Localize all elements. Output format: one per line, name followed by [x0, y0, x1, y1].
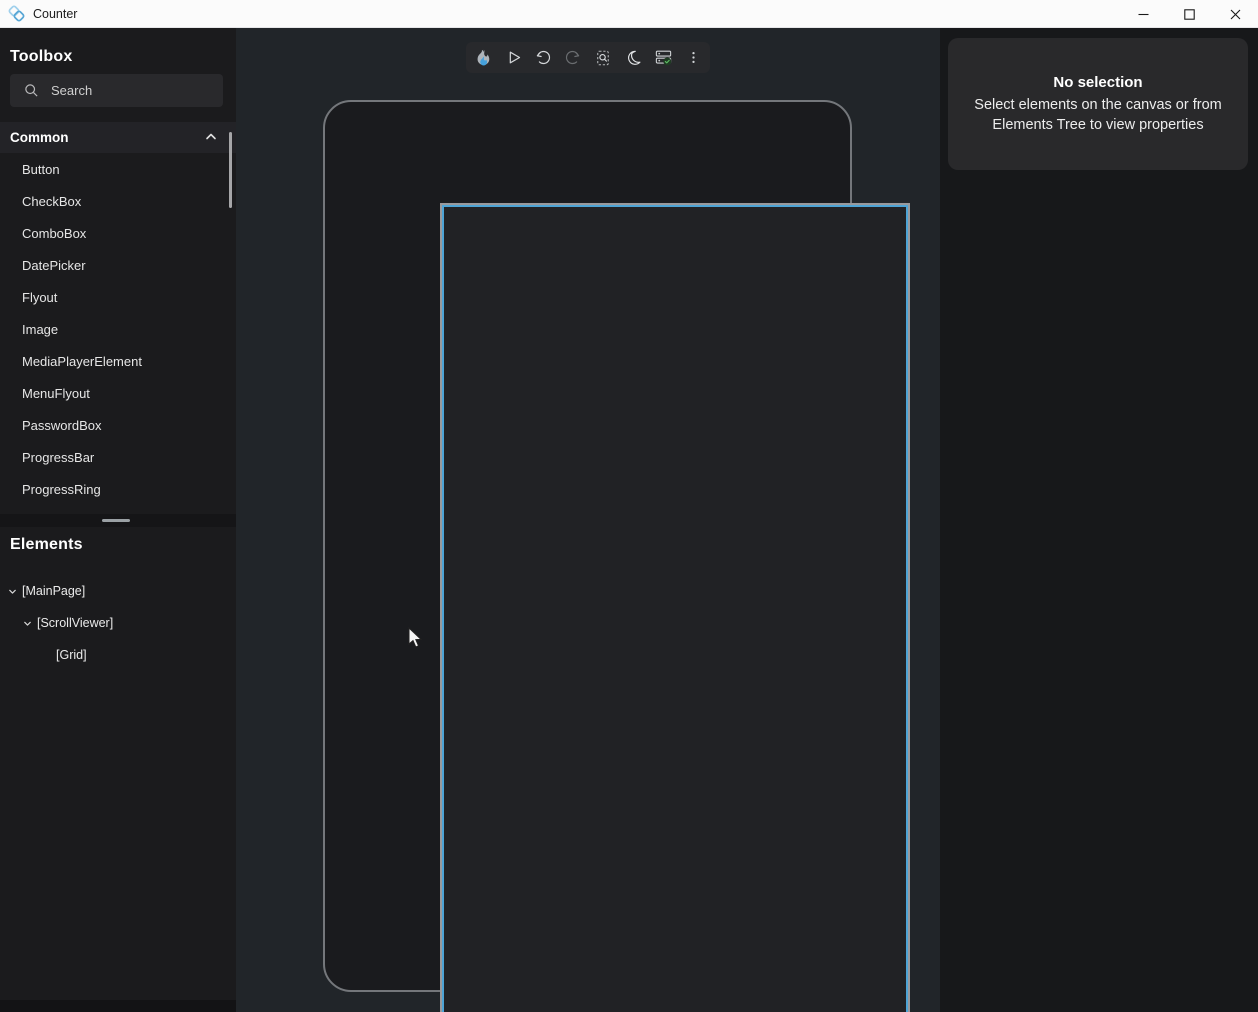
more-options-button[interactable]: [678, 42, 708, 73]
tree-item-grid[interactable]: [Grid]: [0, 639, 236, 671]
splitter-grip-handle: [102, 519, 130, 522]
search-icon: [24, 83, 39, 98]
window-controls: [1120, 0, 1258, 28]
toolbox-search[interactable]: [10, 74, 223, 107]
elements-tree: [MainPage] [ScrollViewer] [Grid]: [0, 575, 236, 671]
undo-icon: [534, 49, 552, 67]
section-label: Common: [10, 130, 69, 145]
chevron-up-icon: [204, 130, 218, 144]
device-screen[interactable]: [440, 203, 910, 1012]
no-selection-card: No selection Select elements on the canv…: [948, 38, 1248, 170]
minimize-button[interactable]: [1120, 0, 1166, 28]
search-input[interactable]: [51, 83, 211, 98]
list-check-icon: [654, 48, 673, 67]
tree-item-label: [MainPage]: [22, 584, 85, 598]
ellipsis-icon: [686, 49, 701, 66]
app-window: Counter Toolbox Common: [0, 0, 1258, 1012]
no-selection-title: No selection: [1053, 74, 1142, 91]
minimize-icon: [1138, 9, 1149, 20]
toolbox-item[interactable]: ProgressRing: [0, 474, 230, 506]
theme-toggle-button[interactable]: [618, 42, 648, 73]
tree-item-mainpage[interactable]: [MainPage]: [0, 575, 236, 607]
sidebar: Toolbox Common Button CheckBox ComboBox: [0, 28, 236, 1012]
chevron-down-icon: [7, 586, 18, 597]
toolbox-item[interactable]: ProgressBar: [0, 442, 230, 474]
toolbox-item[interactable]: MediaPlayerElement: [0, 346, 230, 378]
hot-reload-button[interactable]: [468, 42, 498, 73]
toolbox-item[interactable]: Button: [0, 154, 230, 186]
panel-splitter[interactable]: [0, 514, 236, 527]
maximize-button[interactable]: [1166, 0, 1212, 28]
window-title: Counter: [33, 7, 77, 21]
redo-button[interactable]: [558, 42, 588, 73]
toolbox-item[interactable]: ComboBox: [0, 218, 230, 250]
tree-item-label: [Grid]: [56, 648, 87, 662]
properties-panel: No selection Select elements on the canv…: [940, 28, 1258, 1012]
redo-icon: [564, 49, 582, 67]
mouse-cursor: [408, 627, 424, 649]
root-element-highlight: [442, 205, 908, 1012]
design-canvas[interactable]: [236, 28, 940, 1012]
toolbox-item[interactable]: DatePicker: [0, 250, 230, 282]
toolbox-item[interactable]: MenuFlyout: [0, 378, 230, 410]
close-button[interactable]: [1212, 0, 1258, 28]
undo-button[interactable]: [528, 42, 558, 73]
toolbox-section-common[interactable]: Common: [0, 122, 236, 153]
play-button[interactable]: [498, 42, 528, 73]
elements-title: Elements: [10, 536, 83, 554]
play-icon: [505, 49, 522, 66]
toolbox-title: Toolbox: [10, 48, 72, 66]
zoom-region-icon: [594, 49, 612, 67]
toolbox-item[interactable]: Image: [0, 314, 230, 346]
toolbox-item-list: Button CheckBox ComboBox DatePicker Flyo…: [0, 154, 230, 506]
runtime-checks-button[interactable]: [648, 42, 678, 73]
toolbox-item[interactable]: Flyout: [0, 282, 230, 314]
flame-icon: [474, 48, 493, 67]
titlebar: Counter: [0, 0, 1258, 28]
no-selection-message: Select elements on the canvas or from El…: [960, 95, 1236, 135]
maximize-icon: [1184, 9, 1195, 20]
moon-icon: [625, 49, 642, 66]
toolbox-scrollbar-thumb[interactable]: [229, 132, 232, 208]
tree-item-label: [ScrollViewer]: [37, 616, 113, 630]
device-frame: [323, 100, 852, 992]
chevron-down-icon: [22, 618, 33, 629]
app-logo-icon: [8, 5, 25, 22]
close-icon: [1230, 9, 1241, 20]
toolbox-item[interactable]: CheckBox: [0, 186, 230, 218]
toolbox-item[interactable]: PasswordBox: [0, 410, 230, 442]
tree-item-scrollviewer[interactable]: [ScrollViewer]: [0, 607, 236, 639]
canvas-toolbar: [466, 42, 710, 73]
zoom-to-region-button[interactable]: [588, 42, 618, 73]
sidebar-footer-strip: [0, 1000, 236, 1012]
